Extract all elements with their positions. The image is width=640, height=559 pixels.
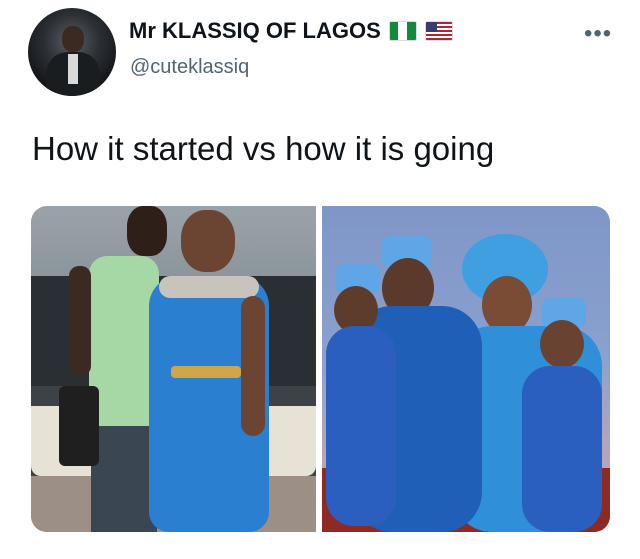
woman-arm [241, 296, 265, 436]
tweet-text: How it started vs how it is going [32, 130, 495, 167]
gold-belt [171, 366, 241, 378]
dress-embellishment [159, 276, 259, 298]
avatar-head [62, 26, 84, 52]
baby-outfit [522, 366, 602, 532]
usa-flag-icon [424, 21, 453, 41]
more-options-icon[interactable]: ••• [584, 20, 612, 48]
avatar-shirt [68, 54, 78, 84]
man-head [127, 206, 167, 256]
nigeria-flag-icon [388, 21, 417, 41]
author-display-name[interactable]: Mr KLASSIQ OF LAGOS [129, 18, 381, 44]
black-bag [59, 386, 99, 466]
author-avatar[interactable] [28, 8, 116, 96]
woman-head [181, 210, 235, 272]
photo-how-it-started[interactable] [31, 206, 316, 532]
baby-face [540, 320, 584, 368]
photo-how-it-is-going[interactable] [322, 206, 610, 532]
man-arm [69, 266, 91, 376]
author-handle[interactable]: @cuteklassiq [130, 56, 249, 79]
boy-outfit [326, 326, 396, 526]
man-jeans [91, 421, 157, 532]
author-display-name-row[interactable]: Mr KLASSIQ OF LAGOS [129, 18, 453, 44]
family-portrait [322, 206, 610, 532]
